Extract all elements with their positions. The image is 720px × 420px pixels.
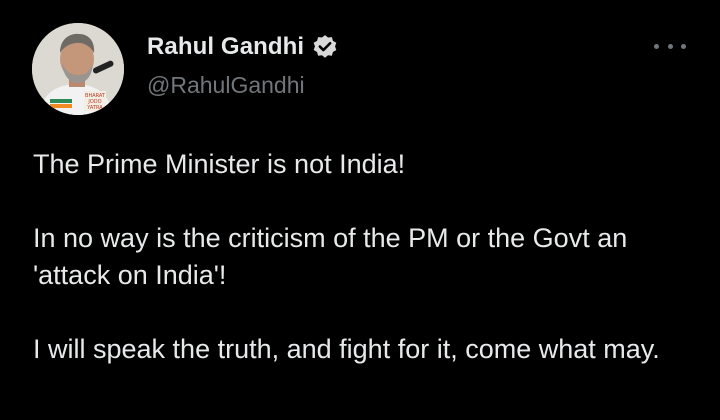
- author-handle[interactable]: @RahulGandhi: [147, 72, 305, 99]
- tweet-paragraph-2: In no way is the criticism of the PM or …: [33, 223, 628, 290]
- avatar-badge-line-3: YATRA: [86, 105, 103, 111]
- tweet-paragraph-3: I will speak the truth, and fight for it…: [33, 334, 660, 364]
- tweet-text: The Prime Minister is not India! In no w…: [33, 146, 693, 368]
- author-name-row: Rahul Gandhi: [147, 30, 339, 64]
- more-dot: [654, 43, 659, 49]
- more-dot: [667, 43, 673, 49]
- tweet-paragraph-1: The Prime Minister is not India!: [33, 149, 406, 179]
- tweet-card: BHARAT JODO YATRA Rahul Gandhi @RahulGan…: [0, 0, 720, 420]
- avatar-photo: BHARAT JODO YATRA: [32, 23, 124, 115]
- more-dot: [681, 43, 686, 49]
- avatar[interactable]: BHARAT JODO YATRA: [32, 23, 124, 115]
- author-display-name[interactable]: Rahul Gandhi: [147, 33, 304, 61]
- verified-badge-icon[interactable]: [311, 33, 339, 61]
- more-options-icon[interactable]: [654, 34, 686, 58]
